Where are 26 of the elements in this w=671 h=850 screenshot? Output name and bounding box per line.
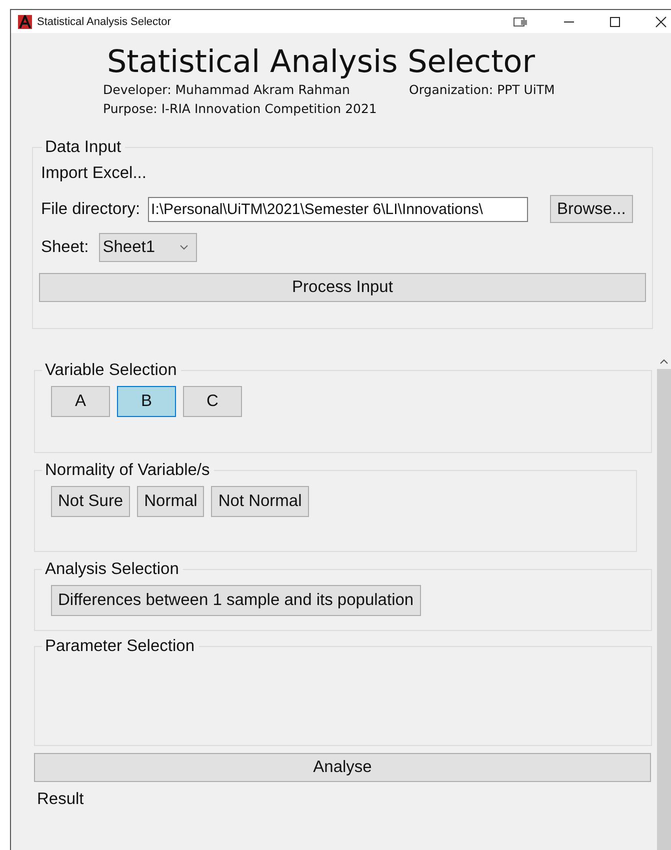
app-heading: Statistical Analysis Selector <box>107 44 536 80</box>
variable-option[interactable]: B <box>117 386 176 417</box>
sheet-dropdown[interactable]: Sheet1 <box>98 233 197 262</box>
purpose-text: Purpose: I-RIA Innovation Competition 2021 <box>103 100 377 118</box>
import-label: Import Excel... <box>41 163 148 184</box>
group-title: Variable Selection <box>44 361 178 380</box>
variable-option[interactable]: A <box>51 386 110 417</box>
normality-option[interactable]: Not Normal <box>211 486 309 517</box>
file-path-field[interactable]: I:\Personal\UiTM\2021\Semester 6\LI\Innovations\ <box>148 196 528 222</box>
analysis-option[interactable]: Differences between 1 sample and its population <box>51 585 421 616</box>
process-input-button[interactable]: Process Input <box>39 273 646 302</box>
normality-option[interactable]: Not Sure <box>51 486 130 517</box>
result-label: Result <box>37 790 85 809</box>
window-title: Statistical Analysis Selector <box>37 16 171 28</box>
field-label: Sheet: <box>41 238 89 257</box>
analyse-button[interactable]: Analyse <box>34 753 651 782</box>
group-title: Analysis Selection <box>44 560 180 579</box>
group-title: Parameter Selection <box>44 637 196 656</box>
developer-text: Developer: Muhammad Akram Rahman <box>103 81 351 99</box>
browse-button[interactable]: Browse... <box>550 195 633 223</box>
field-label: File directory: <box>41 200 140 218</box>
variable-option[interactable]: C <box>183 386 242 417</box>
organization-text: Organization: PPT UiTM <box>409 81 555 99</box>
group-title: Data Input <box>44 138 122 157</box>
normality-option[interactable]: Normal <box>137 486 204 517</box>
group-title: Normality of Variable/s <box>44 461 211 480</box>
